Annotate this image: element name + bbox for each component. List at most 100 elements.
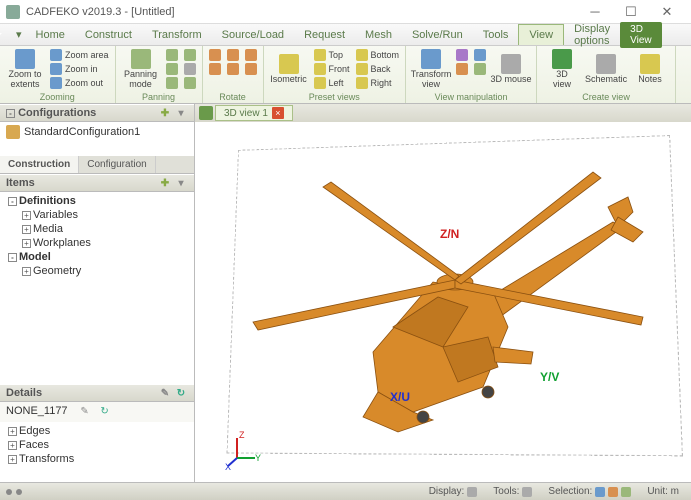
tab-close-button[interactable]: × [272,107,284,119]
minimize-button[interactable]: ─ [577,2,613,22]
viewmanip-1[interactable] [454,48,470,62]
zoom-in-button[interactable]: Zoom in [48,62,111,76]
arrow-nw-icon [166,49,178,61]
add-item-button[interactable]: ✚ [158,177,172,189]
orientation-triad[interactable]: Z Y X [225,430,265,470]
menu-mesh[interactable]: Mesh [355,24,402,45]
zoom-in-icon [50,63,62,75]
config-menu-button[interactable]: ▾ [174,107,188,119]
3d-canvas[interactable]: Z/N Y/V X/U Z Y X [195,122,691,482]
axis-x-label: X/U [390,390,410,404]
zoom-out-icon [50,77,62,89]
detail-edit[interactable]: ✎ [78,405,92,417]
qat-dropdown[interactable]: ▾ [12,28,26,41]
rotate-6-button[interactable] [243,62,259,76]
rotate-left-icon [245,49,257,61]
configurations-body: StandardConfiguration1 [0,122,194,156]
display-icon[interactable] [467,487,477,497]
rotate-5-button[interactable] [243,48,259,62]
tab-configuration[interactable]: Configuration [79,156,155,173]
sel-icon-2[interactable] [608,487,618,497]
sel-icon-3[interactable] [621,487,631,497]
window-title: CADFEKO v2019.3 - [Untitled] [26,6,577,18]
menu-construct[interactable]: Construct [75,24,142,45]
right-button[interactable]: Right [354,76,402,90]
pan-ne-button[interactable] [164,76,180,90]
tools-icon[interactable] [522,487,532,497]
maximize-button[interactable]: ☐ [613,2,649,22]
pan-center-button[interactable] [182,62,198,76]
tile-button[interactable]: Tile [680,48,691,90]
zoom-out-button[interactable]: Zoom out [48,76,111,90]
zoom-area-button[interactable]: Zoom area [48,48,111,62]
3d-mouse-button[interactable]: 3D mouse [490,48,532,90]
rotate-2-button[interactable] [207,62,223,76]
schematic-button[interactable]: Schematic [585,48,627,90]
transform-view-button[interactable]: Transform view [410,48,452,90]
menu-tools[interactable]: Tools [473,24,519,45]
plane-icon [474,49,486,61]
tree-variables: +Variables [4,208,190,222]
menu-display-options[interactable]: Display options [564,24,620,45]
rotate-3-button[interactable] [225,48,241,62]
menu-view[interactable]: View [518,24,564,45]
helicopter-model[interactable] [233,152,653,452]
zoom-to-extents-button[interactable]: Zoom to extents [4,48,46,90]
pan-icon [131,49,151,69]
panning-mode-button[interactable]: Panning mode [120,48,162,90]
collapse-icon[interactable]: - [6,109,15,118]
front-button[interactable]: Front [312,62,352,76]
bottom-button[interactable]: Bottom [354,48,402,62]
viewmanip-4[interactable] [472,62,488,76]
menu-solve-run[interactable]: Solve/Run [402,24,473,45]
mouse-icon [501,54,521,74]
snap-icon [474,63,486,75]
top-button[interactable]: Top [312,48,352,62]
tab-construction[interactable]: Construction [0,156,79,173]
left-button[interactable]: Left [312,76,352,90]
details-header: Details ✎ ↻ [0,384,194,402]
arrow-e-icon [184,77,196,89]
items-menu-button[interactable]: ▾ [174,177,188,189]
notes-button[interactable]: Notes [629,48,671,90]
rotate-4-button[interactable] [225,62,241,76]
detail-refresh[interactable]: ↻ [98,405,112,417]
status-unit: Unit: m [641,486,685,497]
pan-nw-button[interactable] [164,48,180,62]
isometric-button[interactable]: Isometric [268,48,310,90]
details-edit-button[interactable]: ✎ [158,387,172,399]
rotate-1-button[interactable] [207,48,223,62]
ribbon-group-preset: Isometric Top Front Left Bottom Back Rig… [264,46,407,103]
menu-home[interactable]: Home [26,24,75,45]
status-bar: Display: Tools: Selection: Unit: m [0,482,691,500]
pan-e-button[interactable] [182,76,198,90]
3d-view-button[interactable]: 3D view [541,48,583,90]
viewmanip-3[interactable] [472,48,488,62]
3d-icon [552,49,572,69]
cube-back-icon [356,63,368,75]
configurations-header[interactable]: - Configurations ✚ ▾ [0,104,194,122]
back-button[interactable]: Back [354,62,402,76]
viewmanip-2[interactable] [454,62,470,76]
cube-iso-icon [279,54,299,74]
left-panel: - Configurations ✚ ▾ StandardConfigurati… [0,104,195,482]
ribbon: Zoom to extents Zoom area Zoom in Zoom o… [0,46,691,104]
sel-icon-1[interactable] [595,487,605,497]
items-header: Items ✚ ▾ [0,174,194,192]
pan-n-button[interactable] [164,62,180,76]
menu-transform[interactable]: Transform [142,24,212,45]
viewport-tab-1[interactable]: 3D view 1 × [215,105,293,121]
add-config-button[interactable]: ✚ [158,107,172,119]
details-tree[interactable]: +Edges +Faces +Transforms [0,422,194,482]
close-button[interactable]: ✕ [649,2,685,22]
menu-source-load[interactable]: Source/Load [212,24,294,45]
menu-request[interactable]: Request [294,24,355,45]
pan-w-button[interactable] [182,48,198,62]
items-tree[interactable]: -Definitions +Variables +Media +Workplan… [0,192,194,384]
config-item[interactable]: StandardConfiguration1 [0,122,194,142]
left-tabs: Construction Configuration [0,156,194,174]
details-refresh-button[interactable]: ↻ [174,387,188,399]
ribbon-group-view-manip: Transform view 3D mouse View manipulatio… [406,46,537,103]
status-dot-2 [16,489,22,495]
rotate-cw-icon [209,63,221,75]
